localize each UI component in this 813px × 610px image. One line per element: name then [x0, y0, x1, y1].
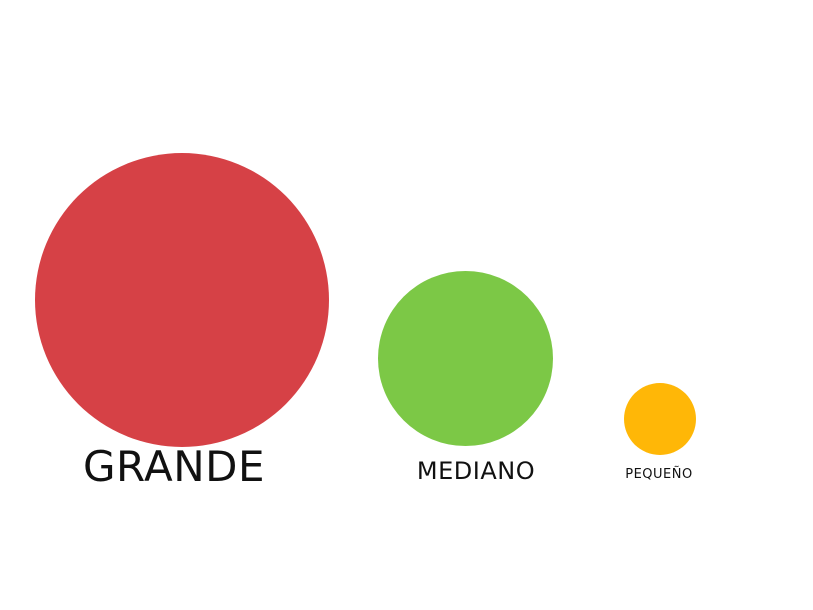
large-label: GRANDE	[82, 442, 266, 491]
large-red-circle	[35, 153, 329, 447]
medium-label: MEDIANO	[416, 457, 536, 485]
small-label: PEQUEÑO	[625, 467, 693, 482]
slide-canvas: GRANDE MEDIANO PEQUEÑO	[0, 0, 813, 610]
medium-green-circle	[378, 271, 553, 446]
small-yellow-circle	[624, 383, 696, 455]
